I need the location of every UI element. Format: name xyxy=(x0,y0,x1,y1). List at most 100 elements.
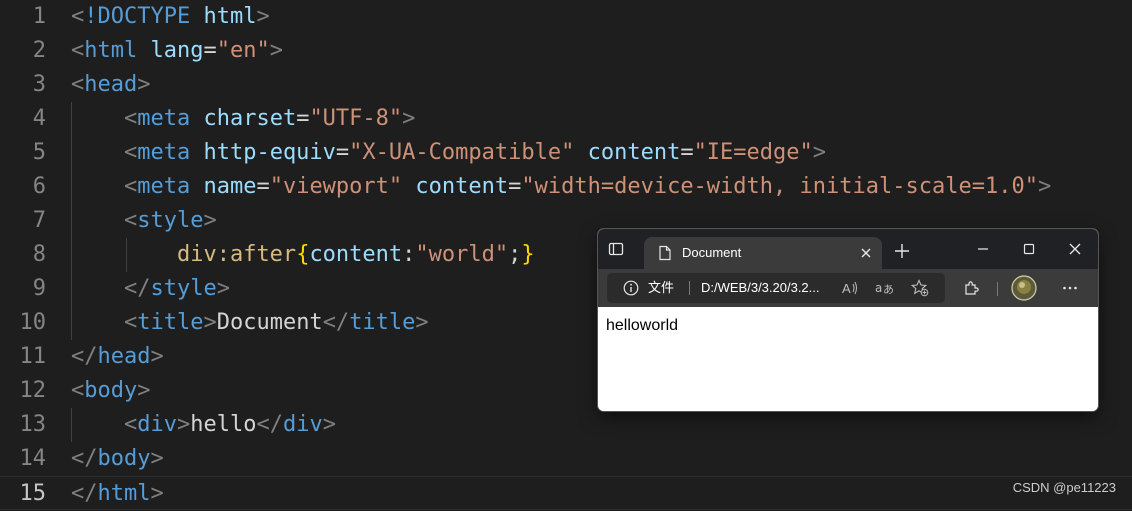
code-token: div:after xyxy=(176,242,297,267)
code-token: </ xyxy=(71,481,98,506)
code-line[interactable]: 2 <html lang="en"> xyxy=(0,34,1132,68)
profile-avatar[interactable] xyxy=(1011,275,1037,301)
browser-tab[interactable]: Document xyxy=(644,237,882,269)
code-token: title xyxy=(137,310,204,335)
plus-icon[interactable] xyxy=(894,243,910,259)
line-number: 11 xyxy=(19,344,47,369)
translate-icon[interactable]: a あ xyxy=(875,279,893,297)
code-token: > xyxy=(402,106,416,131)
code-token: div xyxy=(282,412,323,437)
code-token: content xyxy=(415,174,509,199)
code-line[interactable]: 1 <!DOCTYPE html> xyxy=(0,0,1132,34)
code-token: > xyxy=(1037,174,1052,199)
line-number: 7 xyxy=(32,208,46,233)
code-token: = xyxy=(335,140,350,165)
code-token: head xyxy=(84,72,138,97)
code-token: "world" xyxy=(415,242,509,267)
browser-toolbar: 文件 D:/WEB/3/3.20/3.2... A a あ xyxy=(598,269,1098,307)
page-icon xyxy=(659,245,671,261)
code-token: > xyxy=(322,412,336,437)
page-content: helloworld xyxy=(598,307,1098,411)
code-token: = xyxy=(680,140,694,165)
line-number: 5 xyxy=(32,140,46,165)
file-label: 文件 xyxy=(648,280,675,295)
code-text: </body> xyxy=(71,442,164,476)
tab-actions-icon[interactable] xyxy=(608,241,624,257)
code-text: <meta http-equiv="X-UA-Compatible" conte… xyxy=(71,136,826,170)
close-window-icon[interactable] xyxy=(1067,241,1083,257)
code-token: html xyxy=(84,38,138,63)
code-line[interactable]: 3 <head> xyxy=(0,68,1132,102)
code-text: <html lang="en"> xyxy=(71,34,283,68)
favorite-add-icon[interactable] xyxy=(911,279,929,297)
minimize-icon[interactable] xyxy=(975,241,991,257)
code-token: = xyxy=(203,38,217,63)
code-token: < xyxy=(71,4,85,29)
code-text: </style> xyxy=(71,272,230,306)
code-text: <style> xyxy=(71,204,217,238)
code-token: html xyxy=(97,481,151,506)
code-token: "UTF-8" xyxy=(309,106,403,131)
code-text: </head> xyxy=(71,340,164,374)
close-icon[interactable] xyxy=(858,245,874,261)
extensions-icon[interactable] xyxy=(963,279,981,297)
code-token: > xyxy=(150,446,164,471)
code-token: > xyxy=(269,38,283,63)
code-token: title xyxy=(349,310,416,335)
svg-text:a: a xyxy=(875,281,882,295)
line-number: 3 xyxy=(32,72,46,97)
code-token: = xyxy=(296,106,310,131)
line-number: 10 xyxy=(19,310,47,335)
maximize-icon[interactable] xyxy=(1021,241,1037,257)
code-token: > xyxy=(256,4,270,29)
browser-titlebar: Document xyxy=(598,229,1098,269)
code-token: </ xyxy=(71,344,98,369)
code-line[interactable]: 6 <meta name="viewport" content="width=d… xyxy=(0,170,1132,204)
code-token: charset xyxy=(203,106,297,131)
code-line[interactable]: 5 <meta http-equiv="X-UA-Compatible" con… xyxy=(0,136,1132,170)
code-token: </ xyxy=(256,412,283,437)
code-line[interactable]: 4 <meta charset="UTF-8"> xyxy=(0,102,1132,136)
line-number: 2 xyxy=(32,38,46,63)
code-token: "viewport" xyxy=(269,174,403,199)
code-line[interactable]: 14 </body> xyxy=(0,442,1132,476)
code-token: > xyxy=(812,140,827,165)
url-text[interactable]: D:/WEB/3/3.20/3.2... xyxy=(701,273,831,303)
code-token: < xyxy=(123,412,138,437)
line-number: 15 xyxy=(19,481,47,506)
code-token: body xyxy=(97,446,151,471)
watermark: CSDN @pe11223 xyxy=(1012,480,1116,495)
code-token: > xyxy=(203,310,217,335)
address-bar[interactable]: 文件 D:/WEB/3/3.20/3.2... A a あ xyxy=(607,273,945,303)
code-token: style xyxy=(150,276,217,301)
code-token: < xyxy=(123,106,138,131)
line-number: 13 xyxy=(19,412,47,437)
info-icon[interactable] xyxy=(623,280,639,296)
code-line[interactable]: 13 <div>hello</div> xyxy=(0,408,1132,442)
read-aloud-icon[interactable]: A xyxy=(841,279,859,297)
code-token: "width=device-width, initial-scale=1.0" xyxy=(521,174,1038,199)
code-text: <title>Document</title> xyxy=(71,306,429,340)
code-token: Document xyxy=(216,310,323,335)
browser-window: Document 文件 D:/WEB/3/3.20/3.2... A a あ h… xyxy=(598,229,1098,411)
code-token: "en" xyxy=(216,38,270,63)
code-token: content xyxy=(309,242,403,267)
code-token: > xyxy=(137,378,151,403)
code-text: <meta charset="UTF-8"> xyxy=(71,102,415,136)
code-token: </ xyxy=(123,276,151,301)
code-token: > xyxy=(216,276,230,301)
line-number: 4 xyxy=(32,106,46,131)
address-divider xyxy=(689,281,690,295)
code-token: head xyxy=(97,344,151,369)
code-token: } xyxy=(521,242,535,267)
more-icon[interactable] xyxy=(1061,279,1079,297)
